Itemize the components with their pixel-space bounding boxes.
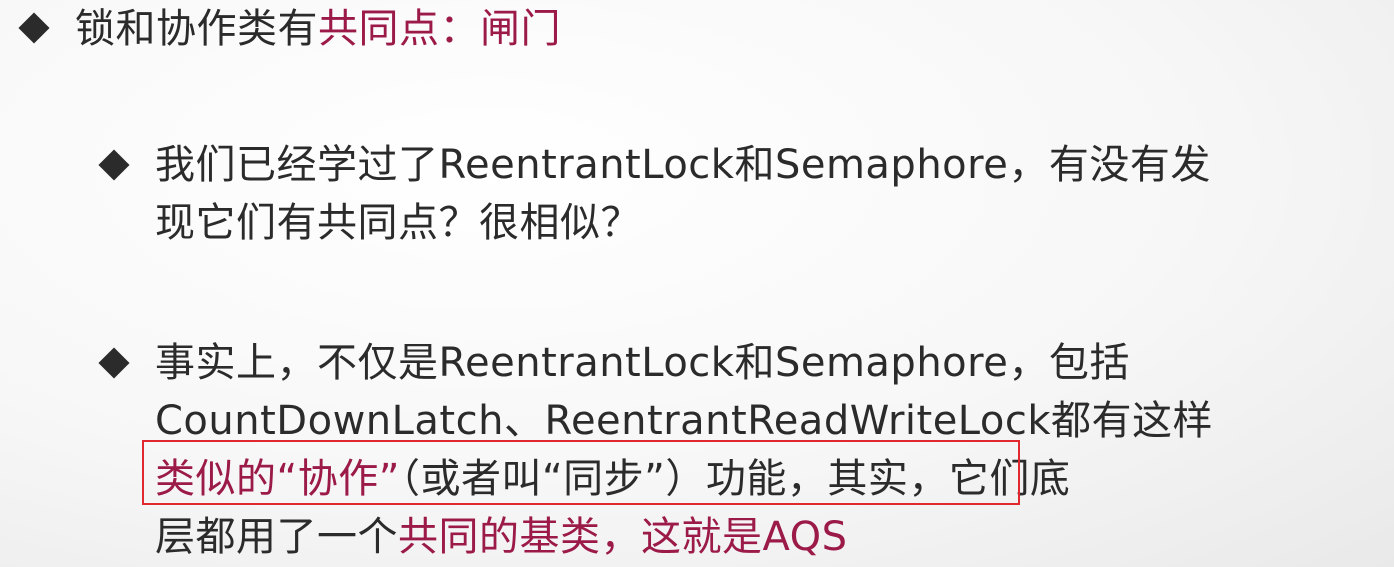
bullet-2-text: 我们已经学过了ReentrantLock和Semaphore，有没有发 现它们有… <box>155 137 1211 253</box>
bullet-3: 事实上，不仅是ReentrantLock和Semaphore，包括 CountD… <box>96 335 1213 567</box>
bullet-2: 我们已经学过了ReentrantLock和Semaphore，有没有发 现它们有… <box>96 137 1211 253</box>
bullet-2-line-2: 现它们有共同点？很相似？ <box>155 200 641 246</box>
bullet-3-line-3: 类似的“协作”（或者叫“同步”）功能，其实，它们底 <box>155 451 1213 509</box>
bullet-1-accent-common: 共同点 <box>318 6 440 52</box>
bullet-3-sync-text: （或者叫“同步”）功能 <box>399 456 787 502</box>
diamond-bullet-icon <box>18 12 50 44</box>
bullet-3-highlight-collab: 类似的“协作” <box>155 456 400 502</box>
diamond-bullet-icon <box>98 149 130 181</box>
diamond-bullet-icon <box>98 347 130 379</box>
bullet-3-line-4: 层都用了一个共同的基类，这就是AQS <box>155 509 1213 567</box>
bullet-1-text-part: 锁和协作类有 <box>75 6 318 52</box>
bullet-3-line-1: 事实上，不仅是ReentrantLock和Semaphore，包括 <box>155 340 1130 386</box>
bullet-1: 锁和协作类有共同点：闸门 <box>16 1 561 57</box>
bullet-3-line-4-accent: 共同的基类，这就是AQS <box>398 514 848 560</box>
bullet-1-colon: ： <box>439 6 480 52</box>
slide: 锁和协作类有共同点：闸门 我们已经学过了ReentrantLock和Semaph… <box>0 0 1394 567</box>
bullet-3-line-2: CountDownLatch、ReentrantReadWriteLock都有这… <box>155 398 1214 444</box>
bullet-2-line-1: 我们已经学过了ReentrantLock和Semaphore，有没有发 <box>155 142 1211 188</box>
bullet-1-accent-gate: 闸门 <box>480 6 561 52</box>
bullet-1-text: 锁和协作类有共同点：闸门 <box>75 1 561 57</box>
bullet-3-text: 事实上，不仅是ReentrantLock和Semaphore，包括 CountD… <box>155 335 1213 567</box>
bullet-3-line-4-plain: 层都用了一个 <box>155 514 398 560</box>
bullet-3-line-3-tail: ，其实，它们底 <box>786 456 1071 502</box>
